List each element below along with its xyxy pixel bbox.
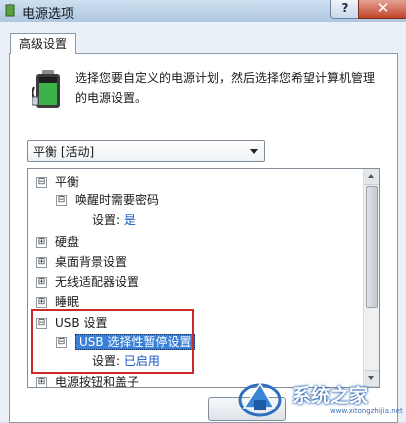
tree-item-desktop-background[interactable]: ⊞ 桌面背景设置 (36, 253, 127, 271)
expand-icon[interactable]: ⊞ (36, 297, 47, 308)
collapse-icon[interactable]: ⊟ (36, 177, 47, 188)
tree-item-hard-disk[interactable]: ⊞ 硬盘 (36, 233, 79, 251)
vertical-scrollbar[interactable] (363, 169, 379, 387)
tree-item-usb-selective-suspend[interactable]: ⊟ USB 选择性暂停设置 (56, 333, 196, 351)
watermark-logo-icon (238, 382, 282, 417)
scroll-up-button[interactable] (364, 169, 379, 185)
power-plan-select[interactable]: 平衡 [活动] (27, 140, 265, 162)
watermark-text: 系统之家 (292, 385, 369, 407)
tree-item-sleep[interactable]: ⊞ 睡眠 (36, 293, 79, 311)
power-options-icon (5, 4, 15, 17)
window-title: 电源选项 (22, 7, 75, 22)
header-description: 选择您要自定义的电源计划，然后选择您希望计算机管理的电源设置。 (75, 71, 376, 105)
expand-icon[interactable]: ⊞ (36, 277, 47, 288)
close-button[interactable]: ✕ (358, 0, 406, 19)
tree-item-wake-password-setting[interactable]: 设置: 是 (92, 211, 136, 229)
scrollbar-thumb[interactable] (366, 186, 378, 308)
help-button[interactable]: ? (330, 0, 360, 19)
setting-value-link[interactable]: 是 (124, 213, 136, 227)
battery-power-icon (32, 70, 60, 108)
tree-item-balanced[interactable]: ⊟ 平衡 (36, 173, 79, 191)
expand-icon[interactable]: ⊞ (36, 257, 47, 268)
expand-icon[interactable]: ⊞ (36, 377, 47, 387)
selected-item-label: USB 选择性暂停设置 (75, 334, 196, 350)
tab-advanced-settings[interactable]: 高级设置 (10, 33, 76, 54)
tree-item-usb-suspend-setting[interactable]: 设置: 已启用 (92, 352, 160, 370)
tree-item-wake-password[interactable]: ⊟ 唤醒时需要密码 (56, 191, 159, 209)
expand-icon[interactable]: ⊞ (36, 237, 47, 248)
watermark-url: www.xitongzhijia.net (330, 407, 403, 415)
collapse-icon[interactable]: ⊟ (56, 337, 67, 348)
setting-value-link[interactable]: 已启用 (124, 354, 160, 368)
collapse-icon[interactable]: ⊟ (56, 195, 67, 206)
collapse-icon[interactable]: ⊟ (36, 318, 47, 329)
settings-tree[interactable]: ⊟ 平衡 ⊟ 唤醒时需要密码 设置: 是 ⊞ 硬盘 ⊞ 桌面背景设置 ⊞ 无线适配器设置 … (27, 168, 380, 388)
title-bar: 电源选项 ? ✕ (0, 0, 406, 22)
chevron-down-icon (250, 149, 258, 154)
tree-item-wireless-adapter[interactable]: ⊞ 无线适配器设置 (36, 273, 139, 291)
tree-item-usb-settings[interactable]: ⊟ USB 设置 (36, 314, 107, 332)
tree-item-power-buttons-lid[interactable]: ⊞ 电源按钮和盖子 (36, 373, 139, 387)
power-plan-value: 平衡 [活动] (33, 145, 95, 159)
